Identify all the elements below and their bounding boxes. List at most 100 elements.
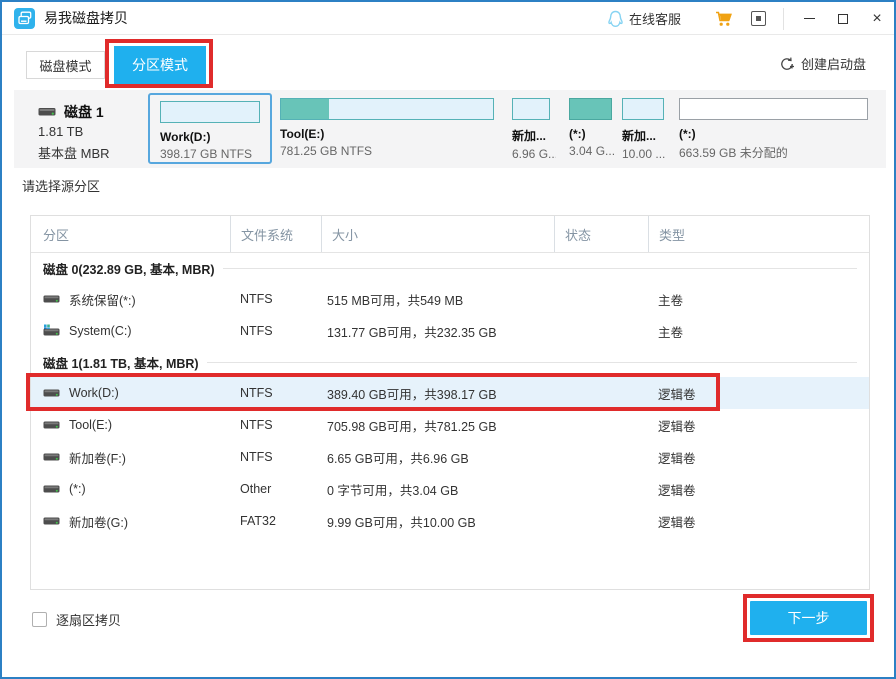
sector-copy-label: 逐扇区拷贝	[56, 610, 121, 629]
partition-name: Work(D:)	[160, 130, 260, 144]
row-type: 主卷	[648, 322, 869, 341]
titlebar-separator	[783, 8, 784, 30]
disk-icon	[43, 419, 60, 431]
table-row-work-d[interactable]: Work(D:) NTFS 389.40 GB可用，共398.17 GB 逻辑卷	[31, 377, 869, 409]
disk-icon	[38, 105, 56, 118]
partition-table: 分区 文件系统 大小 状态 类型 磁盘 0(232.89 GB, 基本, MBR…	[30, 215, 870, 590]
row-type: 逻辑卷	[648, 384, 869, 403]
row-type: 逻辑卷	[648, 512, 869, 531]
partition-bar	[679, 98, 868, 120]
close-icon: ×	[872, 11, 881, 27]
row-filesystem: FAT32	[230, 514, 321, 528]
cart-button[interactable]	[707, 2, 741, 35]
column-header-status: 状态	[554, 216, 648, 252]
shopping-cart-icon	[715, 11, 733, 27]
row-name: Work(D:)	[69, 386, 119, 400]
column-header-filesystem: 文件系统	[230, 216, 321, 252]
partition-bar	[280, 98, 494, 120]
row-name: Tool(E:)	[69, 418, 112, 432]
row-size: 705.98 GB可用，共781.25 GB	[321, 416, 554, 435]
partition-size: 3.04 G...	[569, 144, 615, 158]
menu-button[interactable]	[741, 2, 775, 35]
partition-size: 398.17 GB NTFS	[160, 147, 260, 161]
close-button[interactable]: ×	[860, 2, 894, 35]
table-row-g[interactable]: 新加卷(G:) FAT32 9.99 GB可用，共10.00 GB 逻辑卷	[31, 505, 869, 537]
row-type: 逻辑卷	[648, 448, 869, 467]
online-support-button[interactable]: 在线客服	[607, 9, 681, 28]
partition-bar	[622, 98, 664, 120]
table-row-star[interactable]: (*:) Other 0 字节可用，共3.04 GB 逻辑卷	[31, 473, 869, 505]
create-boot-disk-button[interactable]: 创建启动盘	[779, 54, 866, 73]
disk-size: 1.81 TB	[38, 124, 83, 139]
tab-partition-mode[interactable]: 分区模式	[114, 46, 206, 84]
qq-penguin-icon	[607, 10, 624, 28]
column-header-size: 大小	[321, 216, 554, 252]
row-name: (*:)	[69, 482, 86, 496]
sector-copy-checkbox-row[interactable]: 逐扇区拷贝	[32, 610, 121, 629]
partition-block-g[interactable]: 新加... 10.00 ...	[622, 98, 668, 161]
partition-size: 663.59 GB 未分配的	[679, 144, 871, 161]
row-size: 131.77 GB可用，共232.35 GB	[321, 322, 554, 341]
column-header-partition: 分区	[31, 216, 230, 252]
tab-disk-mode[interactable]: 磁盘模式	[26, 51, 105, 79]
row-filesystem: NTFS	[230, 292, 321, 306]
disk-icon	[43, 483, 60, 495]
next-button[interactable]: 下一步	[750, 601, 867, 635]
disk-group-header: 磁盘 0(232.89 GB, 基本, MBR)	[31, 253, 869, 283]
partition-size: 6.96 G...	[512, 147, 556, 161]
disk-name: 磁盘 1	[64, 102, 104, 122]
app-window: 易我磁盘拷贝 在线客服	[0, 0, 896, 679]
row-size: 515 MB可用，共549 MB	[321, 290, 554, 309]
row-filesystem: NTFS	[230, 324, 321, 338]
row-type: 主卷	[648, 290, 869, 309]
row-type: 逻辑卷	[648, 480, 869, 499]
partition-name: (*:)	[569, 127, 615, 141]
row-name: 新加卷(F:)	[69, 448, 126, 467]
online-support-label: 在线客服	[629, 9, 681, 28]
maximize-button[interactable]	[826, 2, 860, 35]
app-icon	[14, 8, 35, 29]
minimize-button[interactable]	[792, 2, 826, 35]
partition-block-star-1[interactable]: (*:) 3.04 G...	[569, 98, 615, 158]
row-name: 新加卷(G:)	[69, 512, 128, 531]
partition-size: 781.25 GB NTFS	[280, 144, 494, 158]
partition-block-f[interactable]: 新加... 6.96 G...	[512, 98, 556, 161]
partition-block-work-d[interactable]: Work(D:) 398.17 GB NTFS	[148, 93, 272, 164]
table-row-system-reserved[interactable]: 系统保留(*:) NTFS 515 MB可用，共549 MB 主卷	[31, 283, 869, 315]
row-filesystem: NTFS	[230, 418, 321, 432]
minimize-icon	[804, 18, 815, 19]
row-name: 系统保留(*:)	[69, 290, 136, 309]
partition-block-tool-e[interactable]: Tool(E:) 781.25 GB NTFS	[280, 98, 494, 158]
row-size: 9.99 GB可用，共10.00 GB	[321, 512, 554, 531]
table-row-f[interactable]: 新加卷(F:) NTFS 6.65 GB可用，共6.96 GB 逻辑卷	[31, 441, 869, 473]
row-filesystem: NTFS	[230, 450, 321, 464]
windows-disk-icon	[43, 324, 60, 338]
disk-group-label: 磁盘 1(1.81 TB, 基本, MBR)	[43, 353, 199, 372]
partition-bar	[512, 98, 550, 120]
partition-name: Tool(E:)	[280, 127, 494, 141]
disk-icon	[43, 515, 60, 527]
maximize-icon	[838, 14, 848, 24]
disk-strip: 磁盘 1 1.81 TB 基本盘 MBR Work(D:) 398.17 GB …	[14, 90, 886, 168]
titlebar: 易我磁盘拷贝 在线客服	[2, 2, 894, 35]
window-title: 易我磁盘拷贝	[44, 8, 128, 28]
row-filesystem: Other	[230, 482, 321, 496]
row-type: 逻辑卷	[648, 416, 869, 435]
section-title: 请选择源分区	[22, 176, 100, 195]
row-name: System(C:)	[69, 324, 132, 338]
partition-name: (*:)	[679, 127, 871, 141]
row-filesystem: NTFS	[230, 386, 321, 400]
table-row-tool-e[interactable]: Tool(E:) NTFS 705.98 GB可用，共781.25 GB 逻辑卷	[31, 409, 869, 441]
disk-type: 基本盘 MBR	[38, 143, 110, 162]
partition-bar	[569, 98, 612, 120]
dropdown-box-icon	[751, 11, 766, 26]
row-size: 6.65 GB可用，共6.96 GB	[321, 448, 554, 467]
table-row-system-c[interactable]: System(C:) NTFS 131.77 GB可用，共232.35 GB 主…	[31, 315, 869, 347]
sector-copy-checkbox[interactable]	[32, 612, 47, 627]
partition-name: 新加...	[622, 127, 668, 144]
partition-bar	[160, 101, 260, 123]
disk-icon	[43, 293, 60, 305]
create-boot-disk-label: 创建启动盘	[801, 54, 866, 73]
partition-block-unallocated[interactable]: (*:) 663.59 GB 未分配的	[679, 98, 871, 161]
partition-size: 10.00 ...	[622, 147, 668, 161]
